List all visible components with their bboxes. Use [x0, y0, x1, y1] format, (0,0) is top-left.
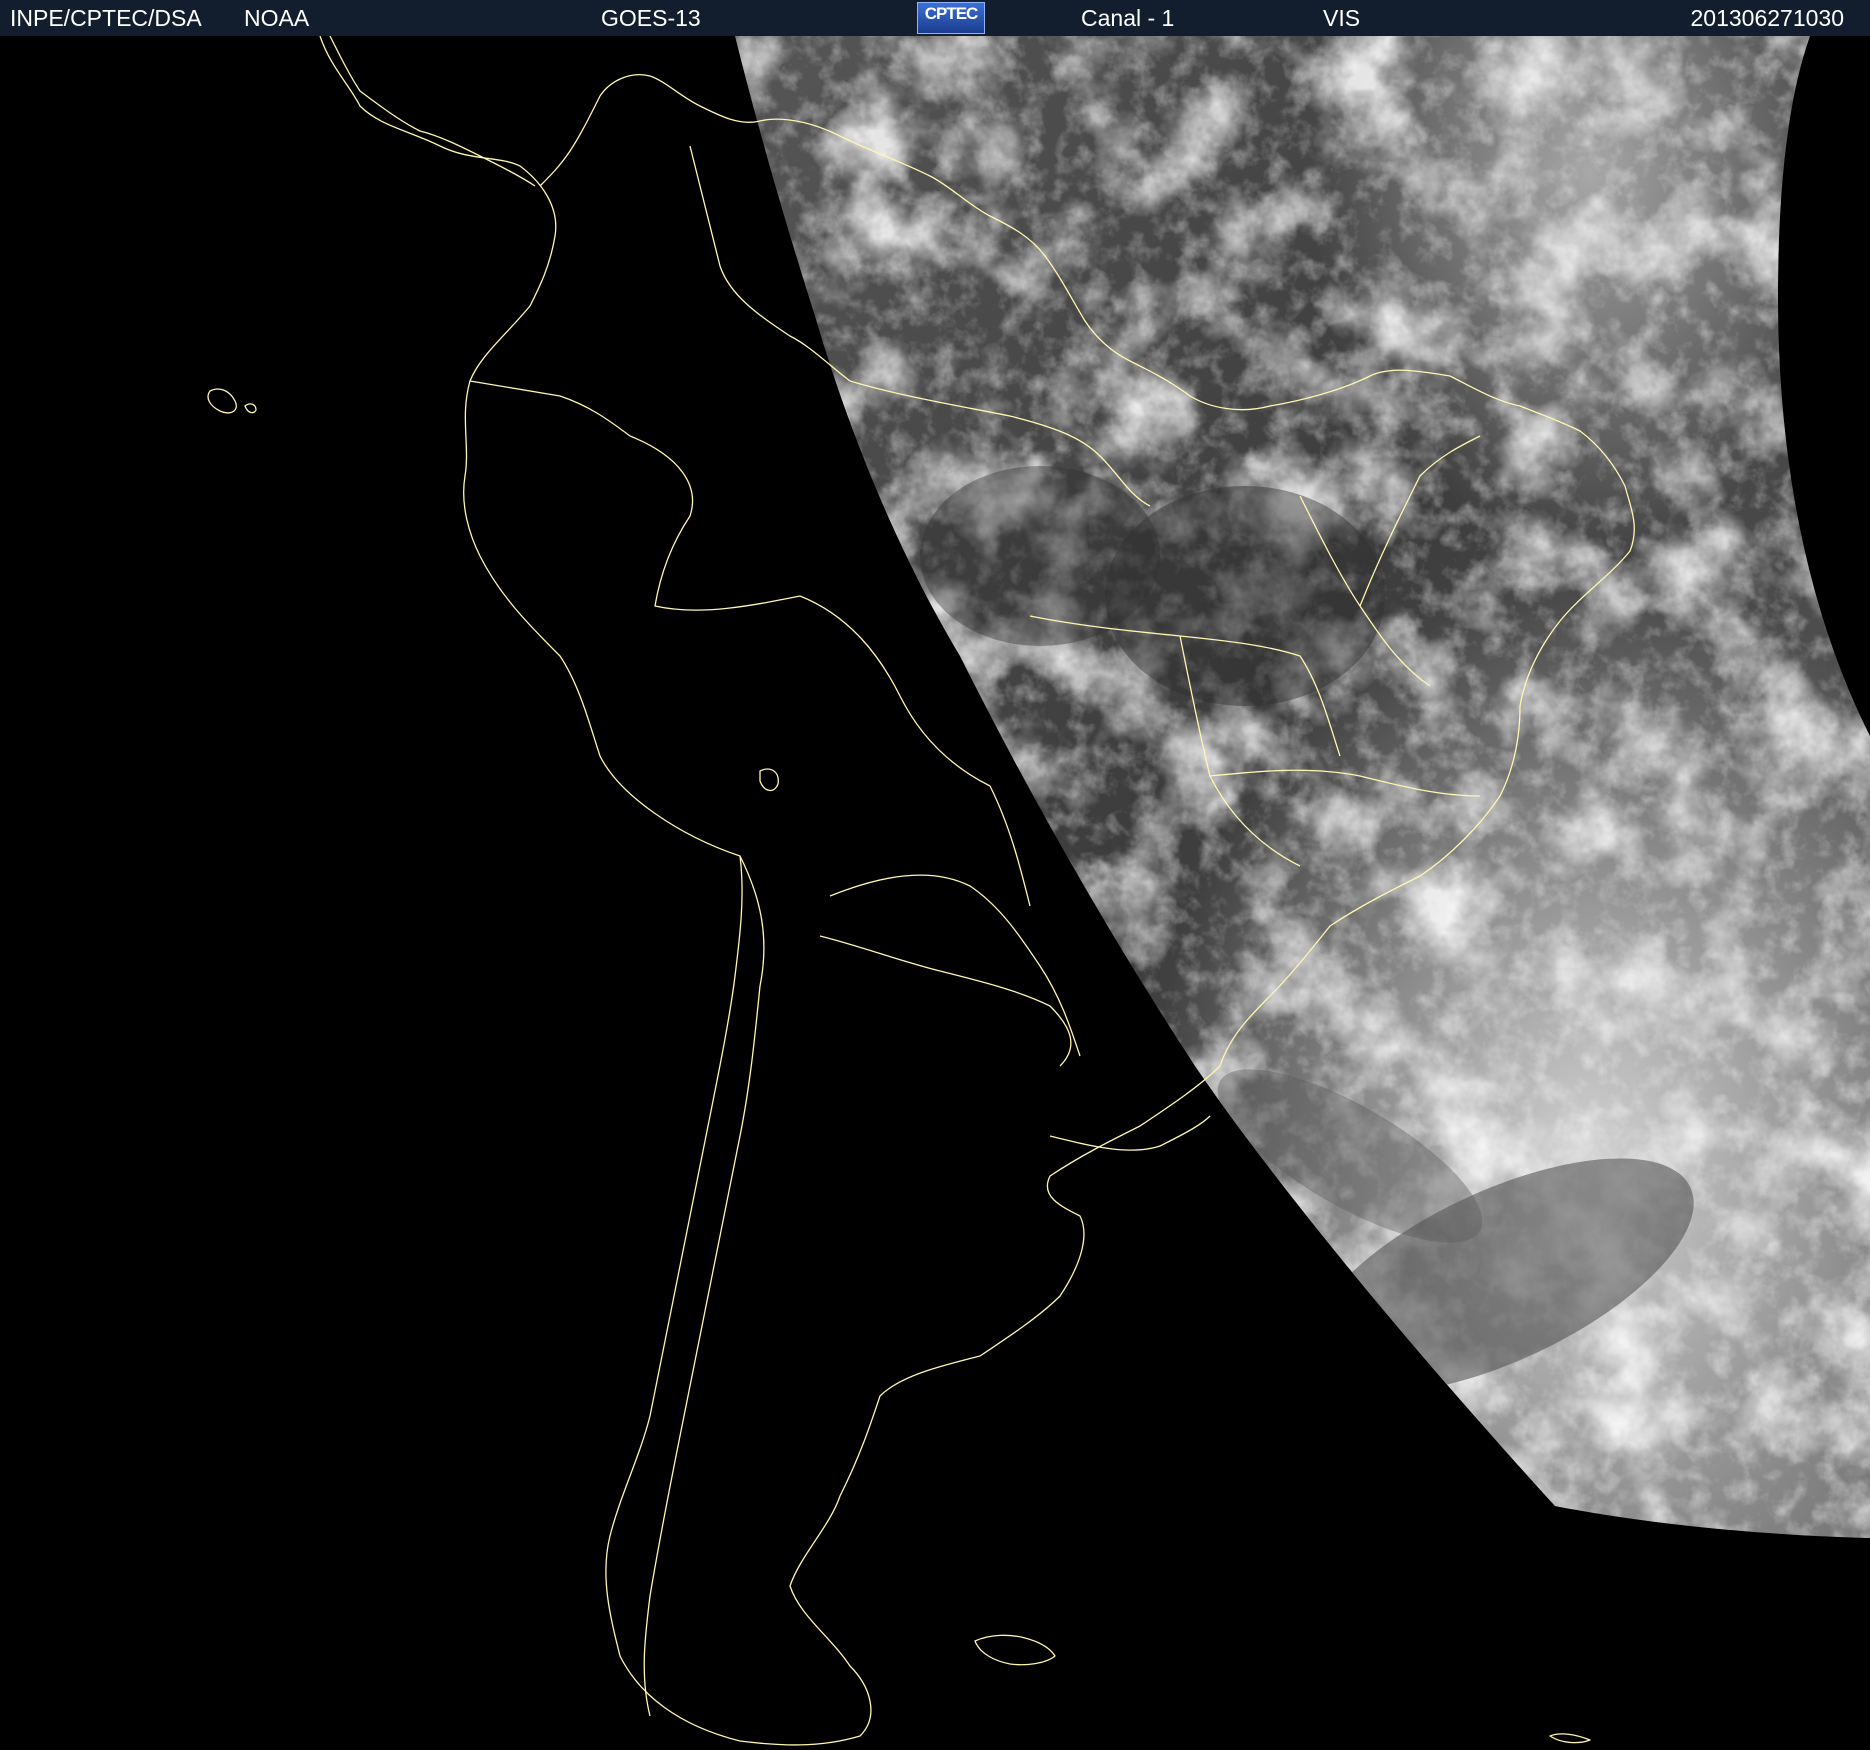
satellite-image [0, 36, 1870, 1750]
satellite-image-frame [0, 36, 1870, 1750]
image-header-bar: INPE/CPTEC/DSA NOAA GOES-13 CPTEC Canal … [0, 0, 1870, 36]
timestamp-label: 201306271030 [1690, 5, 1845, 31]
organization-label: INPE/CPTEC/DSA [10, 5, 202, 31]
satellite-label: GOES-13 [601, 5, 701, 31]
channel-label: Canal - 1 [1081, 5, 1175, 31]
logo-text: CPTEC [924, 4, 979, 23]
cptec-logo: CPTEC [917, 2, 985, 34]
agency-label: NOAA [244, 5, 310, 31]
band-label: VIS [1323, 5, 1361, 31]
